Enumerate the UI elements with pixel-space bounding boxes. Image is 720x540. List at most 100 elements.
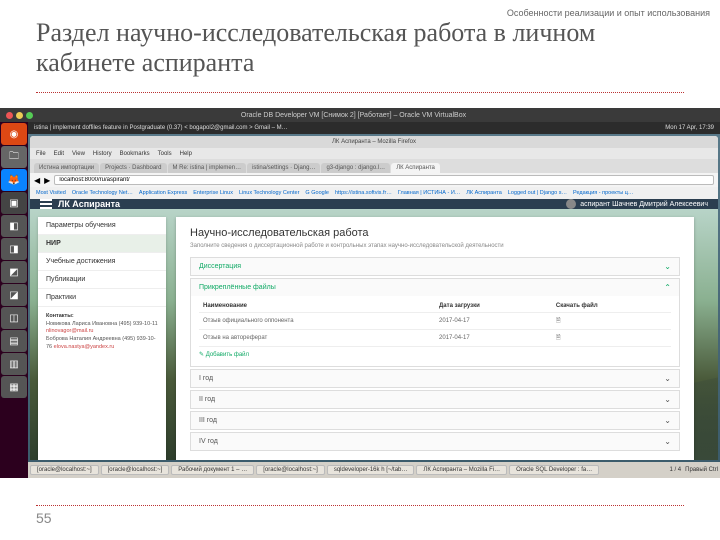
menu-tools[interactable]: Tools <box>158 151 172 157</box>
close-icon[interactable] <box>6 112 13 119</box>
menu-file[interactable]: File <box>36 151 46 157</box>
ubuntu-desktop: ◉ 🗀 🦊 ▣ ◧ ◨ ◩ ◪ ◫ ▤ ▥ ▦ istina | impleme… <box>0 122 720 478</box>
bm-9[interactable]: Logged out | Django s… <box>508 190 567 196</box>
sidebar-item-practice[interactable]: Практики <box>38 289 166 307</box>
firefox-icon[interactable]: 🦊 <box>1 169 27 191</box>
add-file-label: Добавить файл <box>206 352 249 358</box>
acc-files: Прикреплённые файлы⌃ Наименование Дата з… <box>190 278 680 367</box>
app-icon-6[interactable]: ▤ <box>1 330 27 352</box>
url-input[interactable] <box>54 175 714 185</box>
contacts-block: Контакты: Новикова Лариса Ивановна (495)… <box>38 307 166 357</box>
app-brand-text: ЛК Аспиранта <box>58 199 120 209</box>
tab-2[interactable]: M Re: istina | implemen… <box>168 163 247 173</box>
menu-history[interactable]: History <box>93 151 112 157</box>
app-icon-1[interactable]: ◧ <box>1 215 27 237</box>
bm-6[interactable]: https://istina.softvis.fr… <box>335 190 392 196</box>
contact-1: Новикова Лариса Ивановна (495) 939-10-11 <box>46 321 158 327</box>
tb-item-0[interactable]: [oracle@localhost:~] <box>30 465 99 475</box>
chevron-down-icon: ⌄ <box>664 374 671 383</box>
acc-dissertation[interactable]: Диссертация⌄ <box>190 257 680 276</box>
acc-year3-label: III год <box>199 417 217 424</box>
nir-card: Научно-исследовательская работа Заполнит… <box>176 217 694 460</box>
main-panel: Научно-исследовательская работа Заполнит… <box>176 217 694 460</box>
sidebar-item-nir[interactable]: НИР <box>38 235 166 253</box>
divider-top <box>36 92 684 93</box>
forward-icon[interactable]: ▶ <box>44 176 50 185</box>
slide-corner-note: Особенности реализации и опыт использова… <box>507 8 710 18</box>
app-brand[interactable]: ЛК Аспиранта <box>40 199 120 209</box>
gnome-topbar[interactable]: istina | implement doffiles feature in P… <box>28 122 720 134</box>
app-icon-7[interactable]: ▥ <box>1 353 27 375</box>
acc-year1[interactable]: I год⌄ <box>190 369 680 388</box>
add-file-button[interactable]: ✎ Добавить файл <box>199 347 671 362</box>
tb-item-4[interactable]: sqldeveloper-16k h [~/tab… <box>327 465 415 475</box>
gnome-taskbar[interactable]: [oracle@localhost:~] [oracle@localhost:~… <box>28 462 720 478</box>
firefox-toolbar: ◀ ▶ <box>30 173 718 187</box>
menu-bookmarks[interactable]: Bookmarks <box>120 151 150 157</box>
bm-5[interactable]: G Google <box>305 190 329 196</box>
firefox-tabstrip[interactable]: Истина импортации Projects · Dashboard M… <box>30 159 718 173</box>
bm-1[interactable]: Oracle Technology Net… <box>72 190 133 196</box>
app-icon-8[interactable]: ▦ <box>1 376 27 398</box>
tb-item-5[interactable]: ЛК Аспиранта – Mozilla Fi… <box>416 465 507 475</box>
user-chip[interactable]: аспирант Шачнев Дмитрий Алексеевич <box>566 199 708 209</box>
files-icon[interactable]: 🗀 <box>1 146 27 168</box>
sidebar-nav: Параметры обучения НИР Учебные достижени… <box>38 217 166 460</box>
tab-0[interactable]: Истина импортации <box>34 163 99 173</box>
bm-10[interactable]: Редакция - проекты ц… <box>573 190 633 196</box>
download-icon[interactable]: 🗎 <box>556 335 561 341</box>
tb-item-6[interactable]: Oracle SQL Developer : fa… <box>509 465 599 475</box>
terminal-icon[interactable]: ▣ <box>1 192 27 214</box>
chevron-down-icon: ⌄ <box>664 416 671 425</box>
bm-3[interactable]: Enterprise Linux <box>193 190 233 196</box>
bm-8[interactable]: ЛК Аспиранта <box>466 190 501 196</box>
acc-files-header[interactable]: Прикреплённые файлы⌃ <box>191 279 679 296</box>
app-icon-3[interactable]: ◩ <box>1 261 27 283</box>
acc-year4-label: IV год <box>199 438 218 445</box>
bm-7[interactable]: Главная | ИСТИНА - И… <box>398 190 460 196</box>
bookmarks-bar[interactable]: Most Visited Oracle Technology Net… Appl… <box>30 187 718 199</box>
firefox-menubar[interactable]: File Edit View History Bookmarks Tools H… <box>30 148 718 159</box>
vm-title: Oracle DB Developer VM [Снимок 2] [Работ… <box>241 112 466 119</box>
card-title: Научно-исследовательская работа <box>190 227 680 239</box>
tab-5-active[interactable]: ЛК Аспиранта <box>391 163 440 173</box>
acc-year3[interactable]: III год ⌄ <box>190 411 680 430</box>
dash-icon[interactable]: ◉ <box>1 123 27 145</box>
tab-3[interactable]: istina/settings · Djang… <box>247 163 320 173</box>
tab-4[interactable]: g3-djangо : django.l… <box>321 163 390 173</box>
tb-item-3[interactable]: [oracle@localhost:~] <box>256 465 325 475</box>
bm-0[interactable]: Most Visited <box>36 190 66 196</box>
workspace-pager[interactable]: 1 / 4 <box>669 467 681 473</box>
app-icon-5[interactable]: ◫ <box>1 307 27 329</box>
sidebar-item-publications[interactable]: Публикации <box>38 271 166 289</box>
app-body: Параметры обучения НИР Учебные достижени… <box>30 209 718 460</box>
contact-1-mail: nlinovagor@mail.ru <box>46 328 93 334</box>
menu-view[interactable]: View <box>72 151 85 157</box>
sidebar-item-params[interactable]: Параметры обучения <box>38 217 166 235</box>
file-1-name: Отзыв на автореферат <box>199 330 435 347</box>
tab-1[interactable]: Projects · Dashboard <box>100 163 166 173</box>
back-icon[interactable]: ◀ <box>34 176 40 185</box>
window-controls[interactable] <box>6 112 33 119</box>
user-name: аспирант Шачнев Дмитрий Алексеевич <box>580 201 708 208</box>
menu-edit[interactable]: Edit <box>54 151 64 157</box>
unity-launcher[interactable]: ◉ 🗀 🦊 ▣ ◧ ◨ ◩ ◪ ◫ ▤ ▥ ▦ <box>0 122 28 478</box>
hamburger-icon[interactable] <box>40 199 52 209</box>
topbar-clock: Mon 17 Apr, 17:39 <box>665 125 714 131</box>
download-icon[interactable]: 🗎 <box>556 318 561 324</box>
sidebar-item-achievements[interactable]: Учебные достижения <box>38 253 166 271</box>
acc-year2[interactable]: II год⌄ <box>190 390 680 409</box>
minimize-icon[interactable] <box>16 112 23 119</box>
bm-2[interactable]: Application Express <box>139 190 187 196</box>
app-icon-4[interactable]: ◪ <box>1 284 27 306</box>
bm-4[interactable]: Linux Technology Center <box>239 190 299 196</box>
tb-item-2[interactable]: Рабочий документ 1 – … <box>171 465 254 475</box>
app-icon-2[interactable]: ◨ <box>1 238 27 260</box>
acc-year4[interactable]: IV год⌄ <box>190 432 680 451</box>
acc-year2-label: II год <box>199 396 215 403</box>
menu-help[interactable]: Help <box>180 151 192 157</box>
tb-item-1[interactable]: [oracle@localhost:~] <box>101 465 170 475</box>
table-header-row: Наименование Дата загрузки Скачать файл <box>199 300 671 313</box>
webapp-page: ЛК Аспиранта аспирант Шачнев Дмитрий Але… <box>30 199 718 460</box>
maximize-icon[interactable] <box>26 112 33 119</box>
